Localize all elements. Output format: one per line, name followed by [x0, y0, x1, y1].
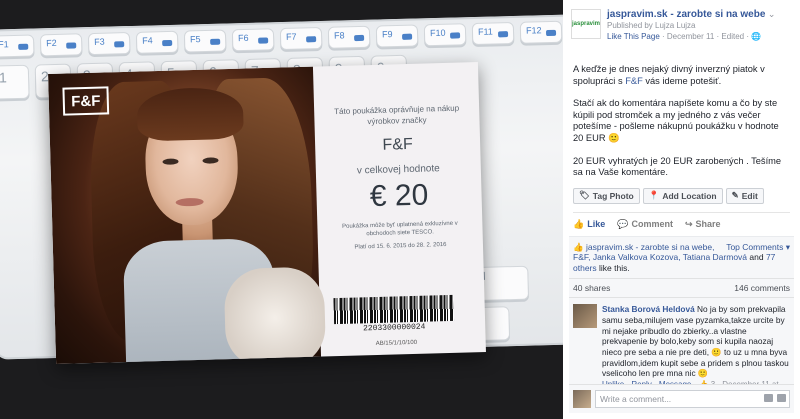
comment-input[interactable]: Write a comment... [595, 390, 790, 408]
chevron-down-icon[interactable]: ⌄ [768, 9, 776, 19]
photo-action-row: 🏷 Tag Photo 📍 Add Location ✎ Edit [563, 187, 800, 204]
thumbs-up-icon: 👍 [573, 241, 584, 252]
voucher-validity: Platí od 15. 6. 2015 do 28. 2. 2016 [354, 242, 447, 251]
voucher-small-print: Poukážka môže byť uplatnená exkluzívne v… [342, 220, 458, 238]
fkey: F4 [135, 30, 179, 54]
fur-collar [223, 266, 327, 364]
voucher-value-label: v celkovej hodnote [356, 163, 440, 177]
fkey: F1 [0, 34, 35, 58]
likes-summary: Top Comments ▾ 👍 jaspravim.sk - zarobte … [569, 235, 794, 279]
edit-button[interactable]: ✎ Edit [725, 187, 764, 204]
composer-icons [764, 394, 786, 402]
post-text: vás ideme potešiť. [642, 75, 722, 86]
post-actions: 👍 Like 💬 Comment ↪ Share [563, 213, 800, 236]
fkey: F12 [519, 20, 563, 44]
comment-icon: 💬 [617, 218, 629, 229]
location-pin-icon: 📍 [648, 190, 660, 201]
fkey: F7 [279, 26, 323, 51]
thumbs-up-icon: 👍 [573, 218, 585, 229]
post-header-info: jaspravim.sk - zarobte si na webe ⌄ Publ… [607, 9, 792, 42]
voucher-model-photo: F&F [48, 66, 327, 364]
fkey: F8 [327, 25, 371, 49]
likers-link[interactable]: jaspravim.sk - zarobte si na webe, F&F, … [573, 242, 747, 263]
post-photo[interactable]: F1 F2 F3 F4 F5 F6 F7 F8 F9 F10 F11 F12 1… [0, 0, 563, 419]
post-body: A keďže je dnes nejaký divný inverzný pi… [563, 40, 800, 179]
published-by: Published by Lujza Lujza [607, 20, 792, 31]
screenshot-root: F1 F2 F3 F4 F5 F6 F7 F8 F9 F10 F11 F12 1… [0, 0, 800, 419]
ff-logo: F&F [62, 86, 110, 116]
comment-body: Stanka Borová Heldová No ja by som prekv… [602, 304, 790, 391]
post-date[interactable]: · December 11 · Edited · [660, 32, 751, 41]
fkey: F6 [231, 28, 275, 52]
tag-icon: 🏷 [579, 190, 590, 201]
pencil-icon: ✎ [731, 190, 739, 201]
voucher-barcode [333, 294, 455, 325]
comment-item: Stanka Borová Heldová No ja by som prekv… [569, 297, 794, 397]
likers-and: and [747, 252, 766, 263]
add-location-label: Add Location [662, 190, 717, 201]
voucher-serial: AB/15/1/10/100 [375, 339, 418, 348]
share-label: Share [695, 219, 721, 230]
page-name-link[interactable]: jaspravim.sk - zarobte si na webe [607, 9, 765, 20]
fkey: F11 [471, 21, 515, 46]
share-icon: ↪ [684, 218, 693, 229]
top-comments-dropdown[interactable]: Top Comments ▾ [726, 242, 790, 253]
user-avatar [573, 390, 591, 408]
shares-count[interactable]: 40 shares [573, 283, 610, 293]
add-location-button[interactable]: 📍 Add Location [642, 187, 723, 204]
voucher-amount: € 20 [369, 178, 429, 214]
like-button[interactable]: 👍 Like [573, 219, 605, 230]
fkey: F2 [39, 33, 83, 57]
ff-mention-link[interactable]: F&F [625, 76, 643, 86]
comment-button[interactable]: 💬 Comment [617, 219, 673, 230]
tag-photo-button[interactable]: 🏷 Tag Photo [573, 187, 640, 204]
commenter-name[interactable]: Stanka Borová Heldová [602, 304, 695, 314]
key: 1 [0, 64, 30, 100]
fkey: F3 [87, 32, 131, 56]
publisher-name[interactable]: Lujza Lujza [655, 21, 695, 30]
fkey-row: F1 F2 F3 F4 F5 F6 F7 F8 F9 F10 F11 F12 [0, 20, 563, 58]
shares-comments-row: 40 shares 146 comments [569, 278, 794, 298]
post-sidebar: jaspravim jaspravim.sk - zarobte si na w… [563, 0, 800, 419]
camera-icon[interactable] [764, 394, 773, 402]
post-paragraph-3: 20 EUR vyhratých je 20 EUR zarobených . … [573, 155, 782, 178]
published-by-prefix: Published by [607, 21, 656, 30]
globe-icon: 🌐 [751, 32, 762, 41]
comment-text: No ja by som prekvapila samu seba,miluje… [602, 304, 789, 379]
post-paragraph-2: Stačí ak do komentára napíšete komu a čo… [573, 98, 779, 143]
post-paragraph-1: A keďže je dnes nejaký divný inverzný pi… [573, 64, 790, 87]
page-avatar[interactable]: jaspravim [571, 9, 601, 39]
comment-composer: Write a comment... [569, 384, 794, 413]
likers-suffix: like this. [596, 262, 630, 273]
post-meta: Like This Page · December 11 · Edited · … [607, 31, 792, 42]
fkey: F5 [183, 29, 227, 53]
commenter-avatar[interactable] [573, 304, 597, 329]
fkey: F10 [423, 23, 467, 47]
edit-label: Edit [741, 190, 758, 201]
fkey: F9 [375, 24, 419, 48]
like-page-link[interactable]: Like This Page [607, 32, 660, 41]
comment-label: Comment [631, 219, 673, 230]
share-button[interactable]: ↪ Share [685, 219, 721, 230]
voucher-brand: F&F [382, 135, 413, 154]
comments-count[interactable]: 146 comments [734, 283, 790, 293]
comment-input-placeholder: Write a comment... [600, 394, 672, 404]
like-label: Like [587, 219, 606, 230]
post-header: jaspravim jaspravim.sk - zarobte si na w… [563, 0, 800, 42]
emoji-icon[interactable] [777, 394, 786, 402]
voucher-card: F&F Táto poukážka oprávňuje na nákup výr… [48, 62, 486, 364]
voucher-intro: Táto poukážka oprávňuje na nákup výrobko… [334, 103, 460, 127]
tag-photo-label: Tag Photo [592, 190, 634, 201]
